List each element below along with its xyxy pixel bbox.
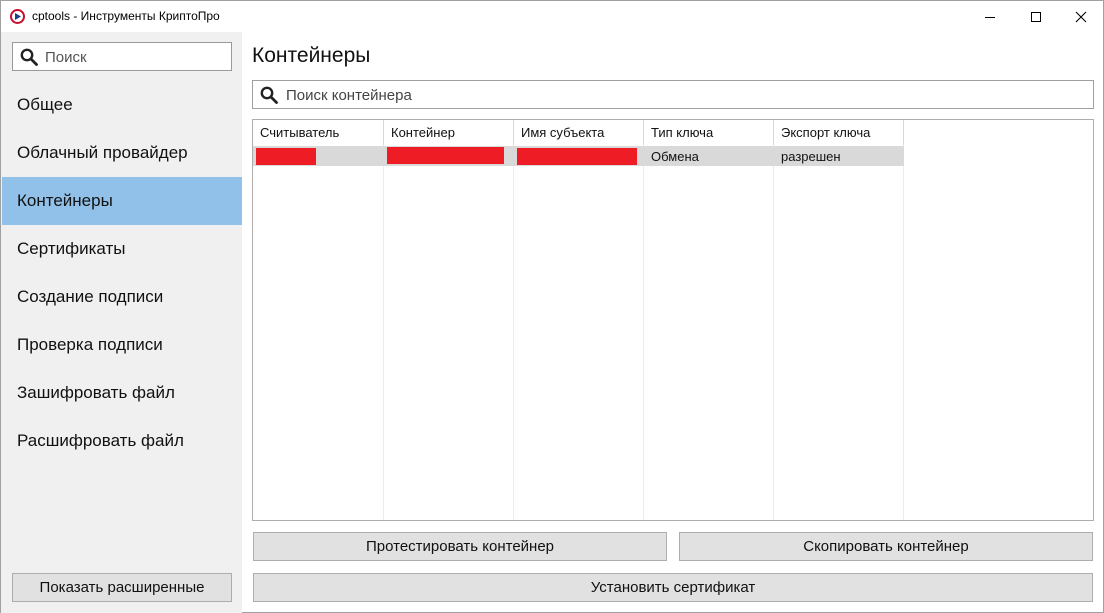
redacted-reader-cell [256, 148, 316, 165]
minimize-icon [985, 16, 995, 18]
redacted-container-cell [387, 147, 504, 164]
column-divider [643, 120, 644, 520]
column-header-key-export[interactable]: Экспорт ключа [774, 120, 904, 145]
copy-container-button[interactable]: Скопировать контейнер [679, 532, 1093, 561]
cell-key-type: Обмена [651, 149, 699, 164]
page-title: Контейнеры [252, 44, 371, 67]
container-search-input[interactable] [286, 85, 1076, 105]
window-title: cptools - Инструменты КриптоПро [32, 9, 220, 23]
column-divider [773, 120, 774, 520]
column-divider [903, 120, 904, 520]
column-divider [383, 120, 384, 520]
app-window: cptools - Инструменты КриптоПро Общее Об… [0, 0, 1104, 613]
sidebar-search-box[interactable] [12, 42, 232, 71]
minimize-button[interactable] [967, 1, 1013, 32]
sidebar: Общее Облачный провайдер Контейнеры Серт… [1, 32, 242, 613]
column-header-key-type[interactable]: Тип ключа [644, 120, 774, 145]
sidebar-item-containers[interactable]: Контейнеры [2, 177, 242, 225]
maximize-button[interactable] [1013, 1, 1059, 32]
sidebar-item-certificates[interactable]: Сертификаты [2, 225, 242, 273]
sidebar-item-decrypt-file[interactable]: Расшифровать файл [2, 417, 242, 465]
column-header-subject-name[interactable]: Имя субъекта [514, 120, 644, 145]
column-divider [513, 120, 514, 520]
cryptopro-logo-icon [10, 9, 25, 24]
sidebar-item-cloud-provider[interactable]: Облачный провайдер [2, 129, 242, 177]
show-advanced-button[interactable]: Показать расширенные [12, 573, 232, 602]
sidebar-item-general[interactable]: Общее [2, 81, 242, 129]
close-icon [1075, 11, 1087, 22]
close-button[interactable] [1058, 1, 1104, 32]
column-header-container[interactable]: Контейнер [384, 120, 514, 145]
sidebar-search-input[interactable] [45, 47, 225, 67]
install-certificate-button[interactable]: Установить сертификат [253, 573, 1093, 602]
cell-key-export: разрешен [781, 149, 841, 164]
search-icon [260, 86, 278, 104]
title-bar: cptools - Инструменты КриптоПро [1, 1, 1103, 32]
containers-table[interactable]: Считыватель Контейнер Имя субъекта Тип к… [252, 119, 1094, 521]
test-container-button[interactable]: Протестировать контейнер [253, 532, 667, 561]
search-icon [20, 48, 38, 66]
container-search-box[interactable] [252, 80, 1094, 109]
redacted-subject-cell [517, 148, 637, 165]
sidebar-item-create-signature[interactable]: Создание подписи [2, 273, 242, 321]
column-header-reader[interactable]: Считыватель [253, 120, 384, 145]
sidebar-item-encrypt-file[interactable]: Зашифровать файл [2, 369, 242, 417]
maximize-icon [1031, 11, 1041, 22]
sidebar-item-verify-signature[interactable]: Проверка подписи [2, 321, 242, 369]
